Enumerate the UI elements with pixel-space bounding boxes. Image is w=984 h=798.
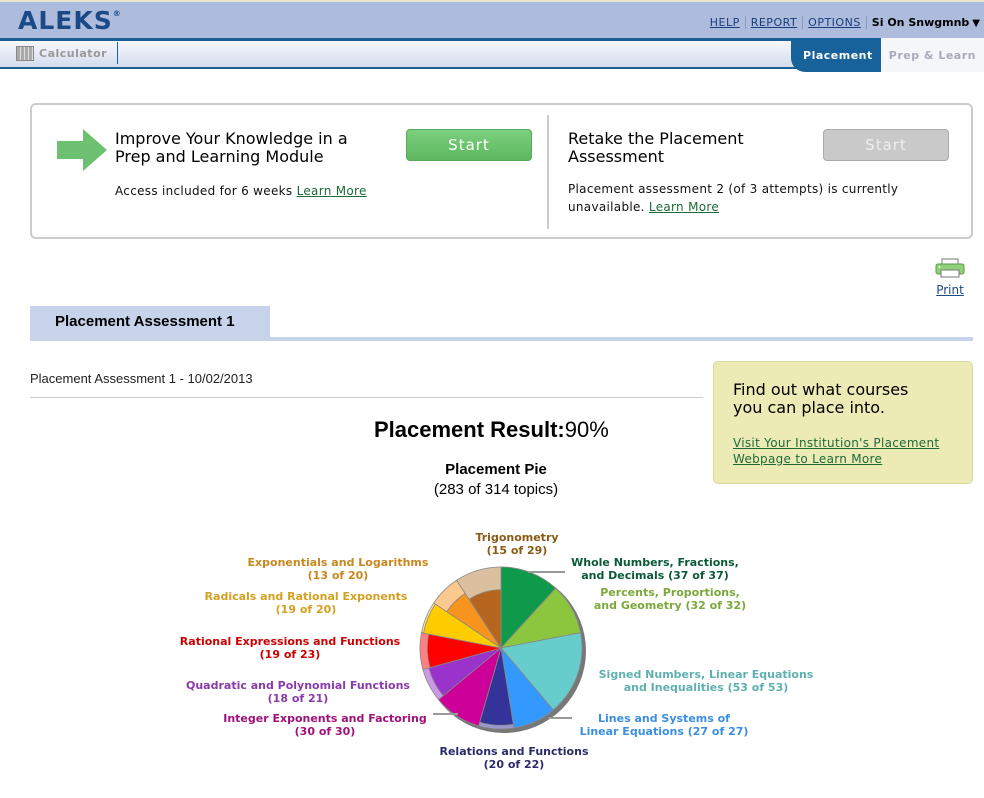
pie-label-count: (18 of 21)	[268, 692, 329, 705]
report-link[interactable]: REPORT	[746, 16, 804, 29]
prep-access-text: Access included for 6 weeks Learn More	[115, 182, 367, 200]
assessment-date: Placement Assessment 1 - 10/02/2013	[30, 371, 253, 386]
pie-label: Relations and Functions	[440, 745, 589, 758]
prep-learn-more-link[interactable]: Learn More	[297, 184, 367, 198]
calculator-icon	[16, 45, 34, 61]
prep-start-button[interactable]: Start	[406, 129, 532, 161]
pie-subtitle: (283 of 314 topics)	[433, 481, 559, 498]
pie-label: Integer Exponents and Factoring	[223, 712, 427, 725]
result-label: Placement Result:	[374, 417, 565, 442]
options-link[interactable]: OPTIONS	[803, 16, 867, 29]
nav-bar: Calculator Placement Prep & Learn	[0, 38, 984, 72]
separator	[30, 397, 703, 398]
pie-title: Placement Pie	[445, 461, 547, 478]
promo-link-line2: Webpage to Learn More	[733, 452, 883, 466]
placement-result: Placement Result:90%	[374, 417, 609, 443]
prep-card-title: Improve Your Knowledge in a Prep and Lea…	[115, 130, 348, 166]
registered-mark: ®	[112, 8, 122, 18]
assessment-tab[interactable]: Placement Assessment 1	[30, 306, 270, 337]
user-menu[interactable]: Si On Snwgmnb ▼	[867, 16, 980, 29]
pie-label-count: (13 of 20)	[308, 569, 369, 582]
main-tabs: Placement Prep & Learn	[791, 38, 984, 72]
pie-label: Lines and Systems of	[598, 712, 730, 725]
pie-label-count: Linear Equations (27 of 27)	[580, 725, 749, 738]
institution-webpage-link[interactable]: Visit Your Institution's Placement Webpa…	[733, 435, 939, 467]
pie-label: Signed Numbers, Linear Equations	[599, 668, 814, 681]
pie-label: Exponentials and Logarithms	[248, 556, 429, 569]
print-button[interactable]: Print	[932, 258, 968, 297]
promo-title-line2: you can place into.	[733, 398, 885, 417]
retake-card-title: Retake the Placement Assessment	[568, 130, 744, 166]
aleks-logo[interactable]: ALEKS®	[18, 6, 122, 35]
pie-label: Percents, Proportions,	[600, 586, 740, 599]
pie-label-count: (19 of 20)	[276, 603, 337, 616]
print-link[interactable]: Print	[932, 283, 968, 297]
retake-text-line2: unavailable.	[568, 200, 645, 214]
retake-status-text: Placement assessment 2 (of 3 attempts) i…	[568, 180, 898, 216]
access-text: Access included for 6 weeks	[115, 184, 293, 198]
pie-label: Rational Expressions and Functions	[180, 635, 401, 648]
pie-label-count: (20 of 22)	[484, 758, 545, 771]
top-links: HELP REPORT OPTIONS Si On Snwgmnb ▼	[705, 16, 980, 29]
pie-slices	[419, 566, 583, 730]
top-header: ALEKS® HELP REPORT OPTIONS Si On Snwgmnb…	[0, 0, 984, 38]
pie-label-count: (30 of 30)	[295, 725, 356, 738]
pie-label-count: (19 of 23)	[260, 648, 321, 661]
arrow-right-icon	[57, 129, 107, 171]
card-divider	[547, 115, 549, 229]
retake-text-line1: Placement assessment 2 (of 3 attempts) i…	[568, 182, 899, 196]
promo-title: Find out what courses you can place into…	[733, 381, 908, 417]
retake-start-button[interactable]: Start	[823, 129, 949, 161]
pie-label-count: (15 of 29)	[487, 544, 548, 557]
placement-promo-box: Find out what courses you can place into…	[713, 361, 973, 484]
placement-pie-chart: Whole Numbers, Fractions,and Decimals (3…	[180, 531, 814, 771]
retake-learn-more-link[interactable]: Learn More	[649, 200, 719, 214]
retake-title-line2: Assessment	[568, 147, 664, 166]
result-value: 90%	[564, 417, 609, 442]
retake-title-line1: Retake the Placement	[568, 129, 744, 148]
calculator-button[interactable]: Calculator	[0, 42, 118, 64]
pie-label: Radicals and Rational Exponents	[205, 590, 408, 603]
calculator-label: Calculator	[39, 46, 108, 60]
prep-title-line2: Prep and Learning Module	[115, 147, 324, 166]
user-name: Si On Snwgmnb	[871, 16, 970, 29]
logo-text: ALEKS	[18, 6, 113, 35]
promo-link-line1: Visit Your Institution's Placement	[733, 436, 940, 450]
tab-placement[interactable]: Placement	[791, 38, 881, 72]
pie-label: Trigonometry	[475, 531, 558, 544]
pie-label-count: and Geometry (32 of 32)	[594, 599, 746, 612]
tab-prep-learn[interactable]: Prep & Learn	[880, 38, 984, 72]
caret-down-icon: ▼	[972, 18, 980, 29]
pie-label: Quadratic and Polynomial Functions	[186, 679, 410, 692]
prep-title-line1: Improve Your Knowledge in a	[115, 129, 348, 148]
assessment-tab-rule	[30, 337, 973, 341]
pie-label-count: and Decimals (37 of 37)	[581, 569, 729, 582]
action-cards: Improve Your Knowledge in a Prep and Lea…	[30, 103, 973, 239]
promo-title-line1: Find out what courses	[733, 380, 909, 399]
help-link[interactable]: HELP	[705, 16, 746, 29]
printer-icon	[935, 258, 965, 278]
pie-label: Whole Numbers, Fractions,	[571, 556, 739, 569]
pie-label-count: and Inequalities (53 of 53)	[624, 681, 789, 694]
